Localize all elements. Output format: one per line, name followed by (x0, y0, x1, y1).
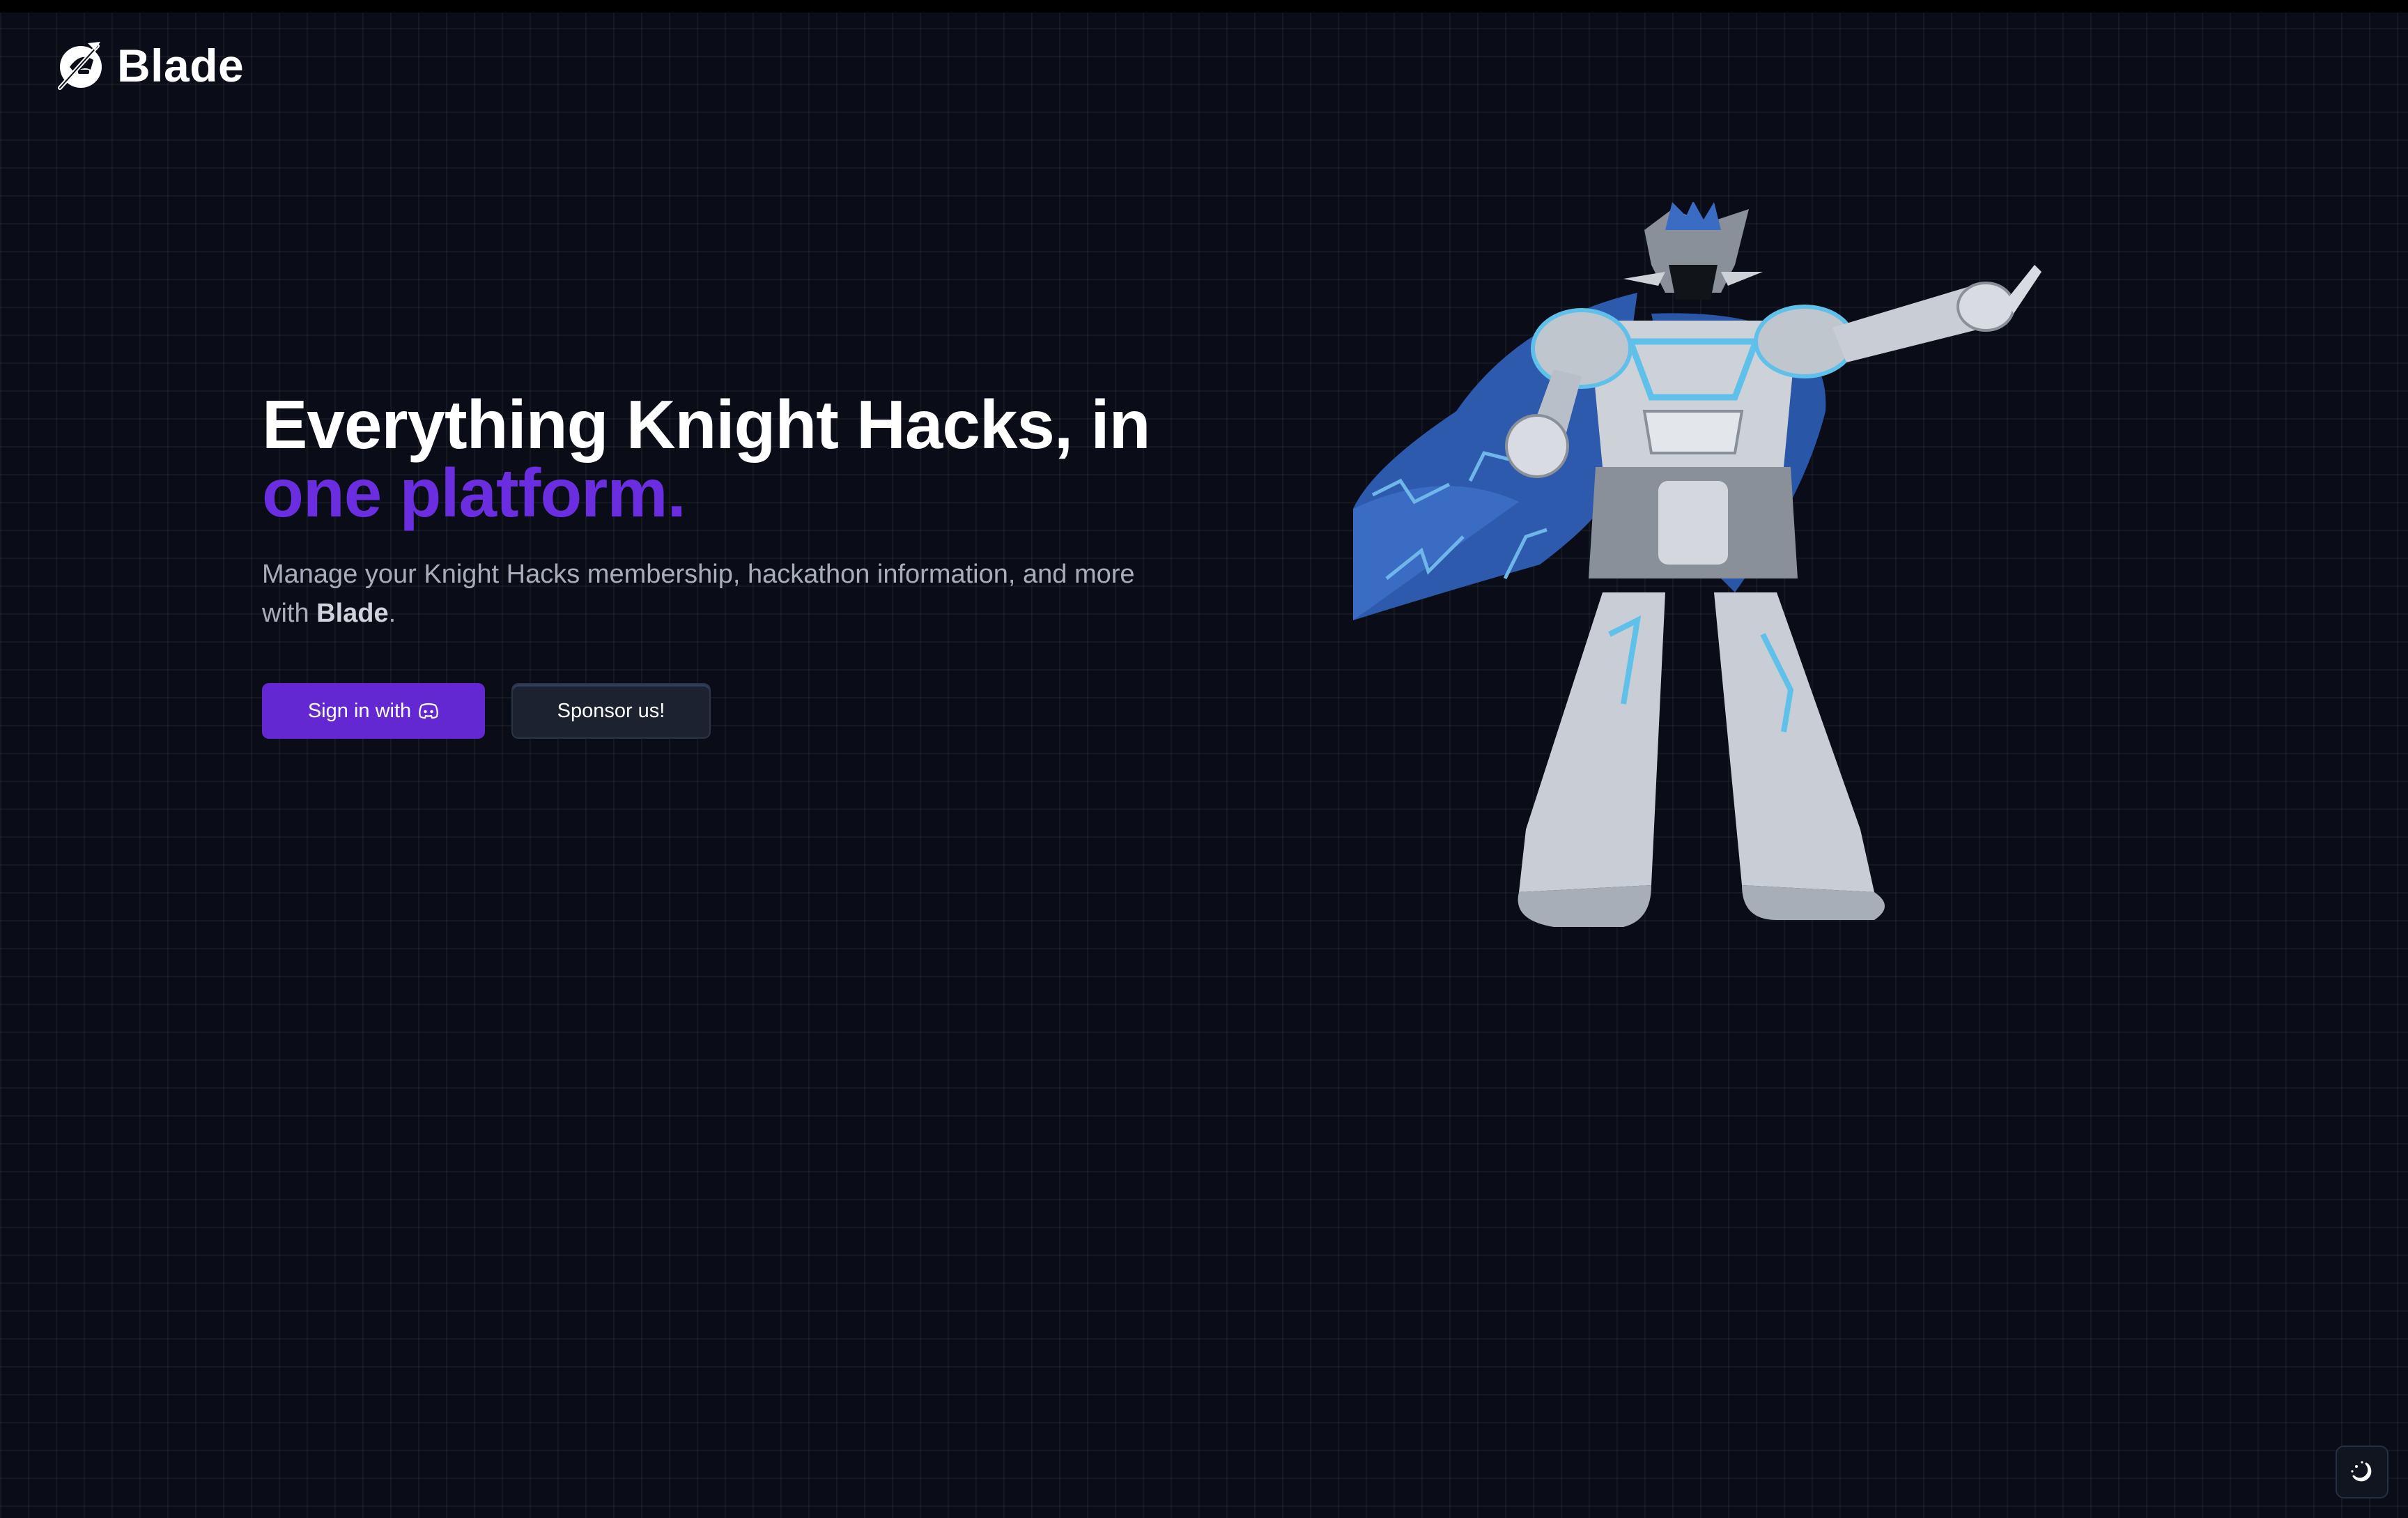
brand-name: Blade (117, 40, 245, 91)
discord-icon (419, 703, 438, 719)
subtitle-brand: Blade (316, 599, 389, 628)
headline-line-1: Everything Knight Hacks, in (262, 386, 1150, 463)
subtitle-suffix: . (388, 599, 396, 628)
sign-in-label: Sign in with (307, 699, 412, 722)
hero-headline: Everything Knight Hacks, in one platform… (262, 390, 1203, 527)
top-bar (0, 0, 2408, 13)
hero-actions: Sign in with Sponsor us! (262, 683, 1203, 739)
knight-helmet-logo-icon (58, 42, 102, 90)
robot-knight-illustration (1353, 202, 2042, 927)
sun-moon-icon (2351, 1461, 2372, 1482)
headline-line-2: one platform. (262, 454, 686, 531)
sponsor-button[interactable]: Sponsor us! (511, 683, 711, 739)
brand-link[interactable]: Blade (54, 39, 244, 92)
sponsor-label: Sponsor us! (557, 699, 665, 722)
hero-section: Everything Knight Hacks, in one platform… (262, 390, 1203, 739)
theme-toggle-button[interactable] (2336, 1446, 2388, 1498)
hero-subtitle: Manage your Knight Hacks membership, hac… (262, 555, 1182, 633)
sign-in-discord-button[interactable]: Sign in with (262, 683, 485, 739)
